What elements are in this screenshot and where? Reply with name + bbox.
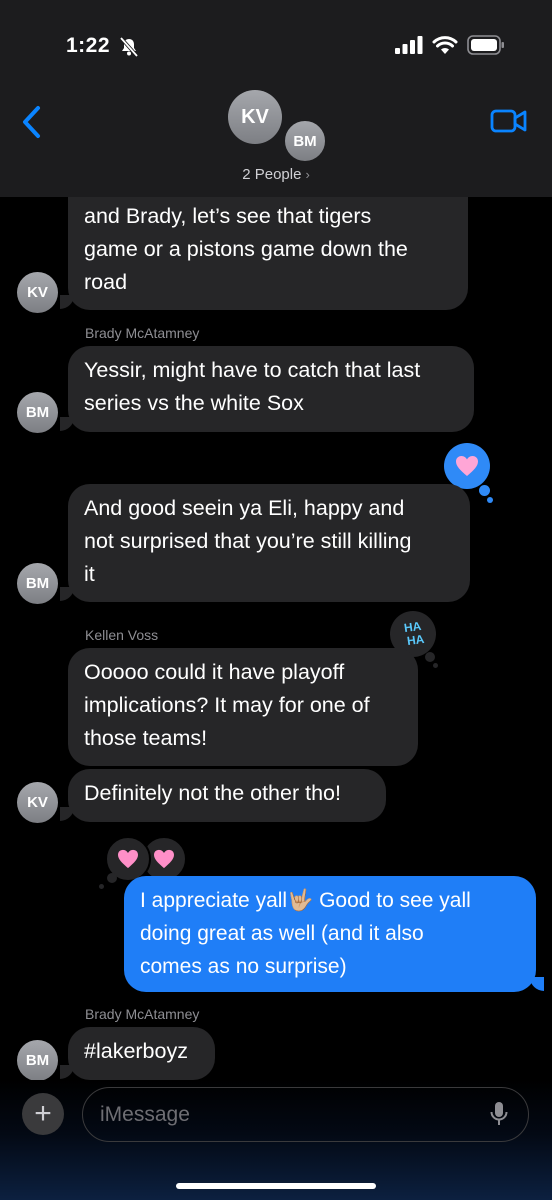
avatar[interactable]: BM	[17, 1040, 58, 1081]
bubble-tail	[60, 295, 74, 309]
back-chevron-icon[interactable]	[20, 105, 44, 139]
chevron-right-icon: ›	[305, 167, 310, 182]
battery-icon	[467, 35, 504, 55]
bubble-tail	[60, 807, 74, 821]
tapback-dot	[425, 652, 435, 662]
message-text: those teams!	[84, 726, 208, 750]
bubble-tail	[530, 977, 544, 991]
home-indicator[interactable]	[176, 1183, 376, 1189]
wifi-icon	[432, 36, 458, 54]
heart-tapback-icon[interactable]	[444, 443, 490, 489]
avatar[interactable]: KV	[17, 782, 58, 823]
message-text: it	[84, 562, 95, 586]
dictation-mic-icon[interactable]	[490, 1101, 508, 1127]
people-count-label: 2 People	[242, 166, 302, 183]
bubble-tail	[60, 1065, 74, 1079]
message-text: And good seein ya Eli, happy and	[84, 496, 405, 520]
message-text: game or a pistons game down the	[84, 237, 408, 261]
message-bubble[interactable]: Ooooo could it have playoff implications…	[68, 648, 418, 766]
message-text: #lakerboyz	[84, 1039, 188, 1063]
cellular-signal-icon	[395, 36, 423, 54]
group-avatar-kv[interactable]: KV	[228, 90, 282, 144]
tapback-dot	[107, 873, 117, 883]
message-bubble[interactable]: Yessir, might have to catch that last se…	[68, 346, 474, 432]
outgoing-message-bubble[interactable]: I appreciate yall🤟🏼 Good to see yall doi…	[124, 876, 536, 992]
sender-name: Brady McAtamney	[85, 1006, 200, 1022]
avatar[interactable]: KV	[17, 272, 58, 313]
message-text: Yessir, might have to catch that last	[84, 358, 421, 382]
group-details-link[interactable]: 2 People ›	[0, 166, 552, 183]
message-bubble[interactable]: And good seein ya Eli, happy and not sur…	[68, 484, 470, 602]
sender-name: Brady McAtamney	[85, 325, 200, 341]
sender-name: Kellen Voss	[85, 627, 159, 643]
apps-plus-button[interactable]: +	[22, 1093, 64, 1135]
message-text: Definitely not the other tho!	[84, 781, 341, 805]
message-text: I appreciate yall🤟🏼 Good to see yall	[140, 889, 471, 912]
haha-text: HA	[406, 631, 426, 649]
facetime-video-icon[interactable]	[490, 108, 528, 134]
bell-slash-icon	[119, 36, 139, 58]
avatar[interactable]: BM	[17, 392, 58, 433]
message-text: doing great as well (and it also	[140, 922, 424, 945]
message-bubble[interactable]: #lakerboyz	[68, 1027, 215, 1080]
bubble-tail	[60, 587, 74, 601]
tapback-dot	[99, 884, 104, 889]
tapback-dot	[433, 663, 438, 668]
message-bubble[interactable]: Definitely not the other tho!	[68, 769, 386, 822]
message-text: not surprised that you’re still killing	[84, 529, 412, 553]
message-text: road	[84, 270, 128, 294]
group-avatar-bm[interactable]: BM	[283, 119, 327, 163]
message-text: implications? It may for one of	[84, 693, 370, 717]
imessage-input[interactable]	[82, 1087, 529, 1142]
bubble-tail	[60, 417, 74, 431]
message-text: and Brady, let’s see that tigers	[84, 204, 372, 228]
message-text: comes as no surprise)	[140, 955, 347, 978]
tapback-dot	[487, 497, 493, 503]
avatar[interactable]: BM	[17, 563, 58, 604]
tapback-dot	[479, 485, 490, 496]
message-text: series vs the white Sox	[84, 391, 304, 415]
status-time: 1:22	[66, 34, 111, 57]
message-text: Ooooo could it have playoff	[84, 660, 345, 684]
conversation-header: 1:22 KV BM 2 People ›	[0, 0, 552, 197]
